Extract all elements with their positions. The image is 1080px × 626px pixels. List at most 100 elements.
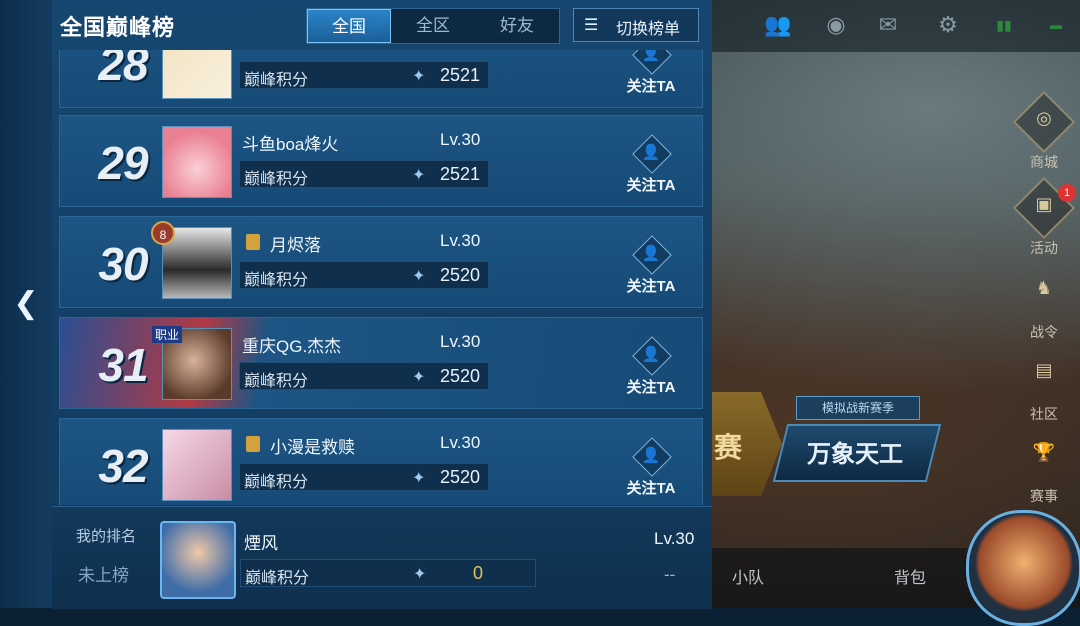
rank-number: 28	[98, 50, 148, 90]
my-rank-footer: 我的排名 未上榜 煙风 Lv.30 巅峰积分 ✦ 0 --	[52, 506, 712, 609]
left-strip: ❮	[0, 0, 52, 608]
score-label: 巅峰积分	[244, 474, 309, 491]
score-label: 巅峰积分	[244, 272, 309, 289]
add-user-icon: 👤	[641, 144, 661, 161]
score-value: 2521	[440, 65, 481, 85]
switch-board-label: 切换榜单	[616, 21, 681, 38]
add-user-icon: 👤	[641, 245, 661, 262]
score-bar: 巅峰积分 ✦ 0	[240, 559, 536, 587]
community-icon: ▤	[1035, 360, 1053, 380]
horse-icon: ♞	[1035, 278, 1053, 298]
tab-region[interactable]: 全区	[391, 9, 475, 43]
player-level: Lv.30	[440, 332, 481, 351]
rank-star-icon: ✦	[412, 268, 426, 285]
player-name: 月烬落	[270, 236, 321, 255]
notification-badge: 1	[1058, 184, 1076, 202]
rank-number: 32	[98, 440, 148, 492]
list-icon: ☰	[584, 17, 599, 34]
friends-icon[interactable]: 👥	[764, 12, 792, 38]
follow-button[interactable]: 👤 关注TA	[618, 336, 684, 400]
eye-icon[interactable]: ◉	[822, 12, 850, 38]
follow-label: 关注TA	[626, 379, 676, 396]
side-menu-community[interactable]: ▤ 社区	[1014, 352, 1074, 424]
player-level: Lv.30	[440, 433, 481, 452]
switch-board-button[interactable]: ☰ 切换榜单	[573, 8, 699, 42]
score-value: 2520	[440, 265, 481, 285]
follow-button[interactable]: 👤 关注TA	[618, 134, 684, 198]
side-menu-battlepass[interactable]: ♞ 战令	[1014, 270, 1074, 342]
gear-icon[interactable]: ⚙	[934, 12, 962, 38]
scope-tabs: 全国 全区 好友	[306, 8, 560, 44]
score-value: 2520	[440, 467, 481, 487]
page-title: 全国巅峰榜	[60, 15, 176, 40]
rank-star-icon: ✦	[412, 68, 426, 85]
table-row[interactable]: 30 8 月烬落 Lv.30 巅峰积分 ✦ 2520 👤 关注TA	[59, 216, 703, 308]
avatar[interactable]	[162, 50, 232, 99]
side-menu-tournament[interactable]: 🏆 赛事	[1014, 434, 1074, 506]
hero-avatar-button[interactable]	[966, 510, 1080, 626]
add-user-icon: 👤	[641, 50, 661, 62]
tab-national[interactable]: 全国	[307, 9, 391, 43]
shop-icon: ◎	[1036, 108, 1052, 128]
score-bar: 巅峰积分 ✦ 2521	[239, 160, 489, 188]
signal-icon: ▮▮	[996, 17, 1012, 33]
side-menu-label: 商城	[1030, 154, 1058, 170]
player-name: 重庆QG.杰杰	[242, 337, 342, 356]
crown-icon	[246, 436, 260, 452]
side-menu-shop[interactable]: ◎ 商城	[1012, 90, 1076, 172]
backpack-button[interactable]: 背包	[894, 564, 926, 588]
score-value: 2521	[440, 164, 481, 184]
battery-icon: ▬	[1050, 18, 1062, 32]
player-level: Lv.30	[440, 231, 481, 250]
mode-banner-title: 万象天工	[807, 441, 903, 468]
avatar[interactable]	[160, 521, 236, 599]
trophy-icon: 🏆	[1032, 442, 1056, 462]
add-user-icon: 👤	[641, 346, 661, 363]
follow-button[interactable]: 👤 关注TA	[618, 235, 684, 299]
mode-banner[interactable]: 模拟战新赛季 万象天工	[760, 396, 945, 484]
side-menu-label: 赛事	[1030, 488, 1058, 504]
my-rank-status: 未上榜	[78, 566, 129, 585]
side-menu-label: 战令	[1030, 324, 1058, 340]
rank-star-icon: ✦	[412, 167, 426, 184]
medal-badge: 8	[151, 221, 175, 245]
top-right-bar: 👥 ◉ ✉ ⚙ ▮▮ ▬	[712, 0, 1080, 52]
score-bar: 巅峰积分 ✦ 2520	[239, 261, 489, 289]
my-rank-label: 我的排名	[76, 528, 137, 545]
table-row[interactable]: 31 职业 重庆QG.杰杰 Lv.30 巅峰积分 ✦ 2520 👤 关注TA	[59, 317, 703, 409]
side-menu-label: 社区	[1030, 406, 1058, 422]
score-value: 0	[473, 563, 484, 583]
score-bar: 巅峰积分 ✦ 2520	[239, 362, 489, 390]
player-name: 斗鱼boa烽火	[242, 135, 339, 154]
follow-label: 关注TA	[626, 177, 676, 194]
avatar[interactable]	[162, 126, 232, 198]
table-row[interactable]: 28 巅峰积分 ✦ 2521 👤 关注TA	[59, 50, 703, 108]
player-level: Lv.30	[440, 130, 481, 149]
leaderboard-list[interactable]: 28 巅峰积分 ✦ 2521 👤 关注TA 29 斗鱼boa烽火 Lv.30 巅…	[52, 50, 712, 505]
rank-star-icon: ✦	[412, 470, 426, 487]
follow-button[interactable]: 👤 关注TA	[618, 50, 684, 99]
chevron-left-icon[interactable]: ❮	[10, 286, 42, 322]
score-bar: 巅峰积分 ✦ 2520	[239, 463, 489, 491]
follow-placeholder: --	[664, 565, 676, 584]
score-label: 巅峰积分	[244, 373, 309, 390]
rank-star-icon: ✦	[413, 566, 427, 583]
table-row[interactable]: 29 斗鱼boa烽火 Lv.30 巅峰积分 ✦ 2521 👤 关注TA	[59, 115, 703, 207]
team-button[interactable]: 小队	[732, 564, 764, 588]
avatar[interactable]	[162, 429, 232, 501]
score-label: 巅峰积分	[244, 72, 309, 89]
follow-label: 关注TA	[626, 278, 676, 295]
tab-friends[interactable]: 好友	[475, 9, 559, 43]
mail-icon[interactable]: ✉	[874, 12, 902, 38]
table-row[interactable]: 32 小漫是救赎 Lv.30 巅峰积分 ✦ 2520 👤 关注TA	[59, 418, 703, 505]
player-name: 小漫是救赎	[270, 438, 355, 457]
add-user-icon: 👤	[641, 447, 661, 464]
follow-label: 关注TA	[626, 78, 676, 95]
score-bar: 巅峰积分 ✦ 2521	[239, 61, 489, 89]
rank-number: 31	[98, 339, 148, 391]
score-value: 2520	[440, 366, 481, 386]
partial-banner-label: 赛	[714, 432, 743, 463]
rank-number: 29	[98, 137, 148, 189]
mode-banner-tag: 模拟战新赛季	[796, 396, 920, 420]
follow-button[interactable]: 👤 关注TA	[618, 437, 684, 501]
